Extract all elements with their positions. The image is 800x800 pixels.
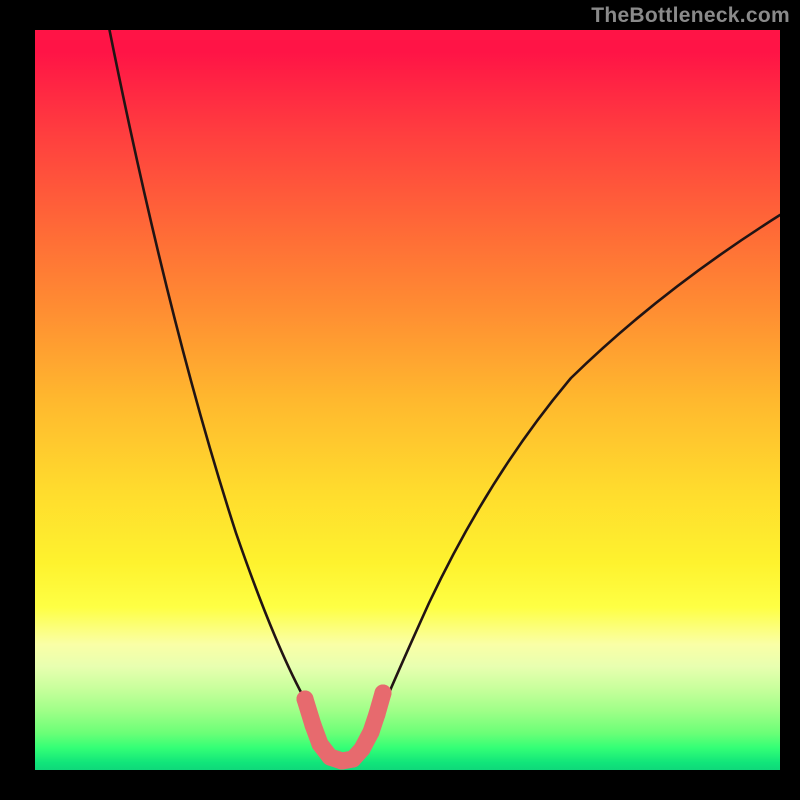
heat-gradient-background <box>35 30 780 770</box>
chart-frame: TheBottleneck.com <box>0 0 800 800</box>
watermark-label: TheBottleneck.com <box>591 4 790 28</box>
plot-area <box>35 30 780 770</box>
